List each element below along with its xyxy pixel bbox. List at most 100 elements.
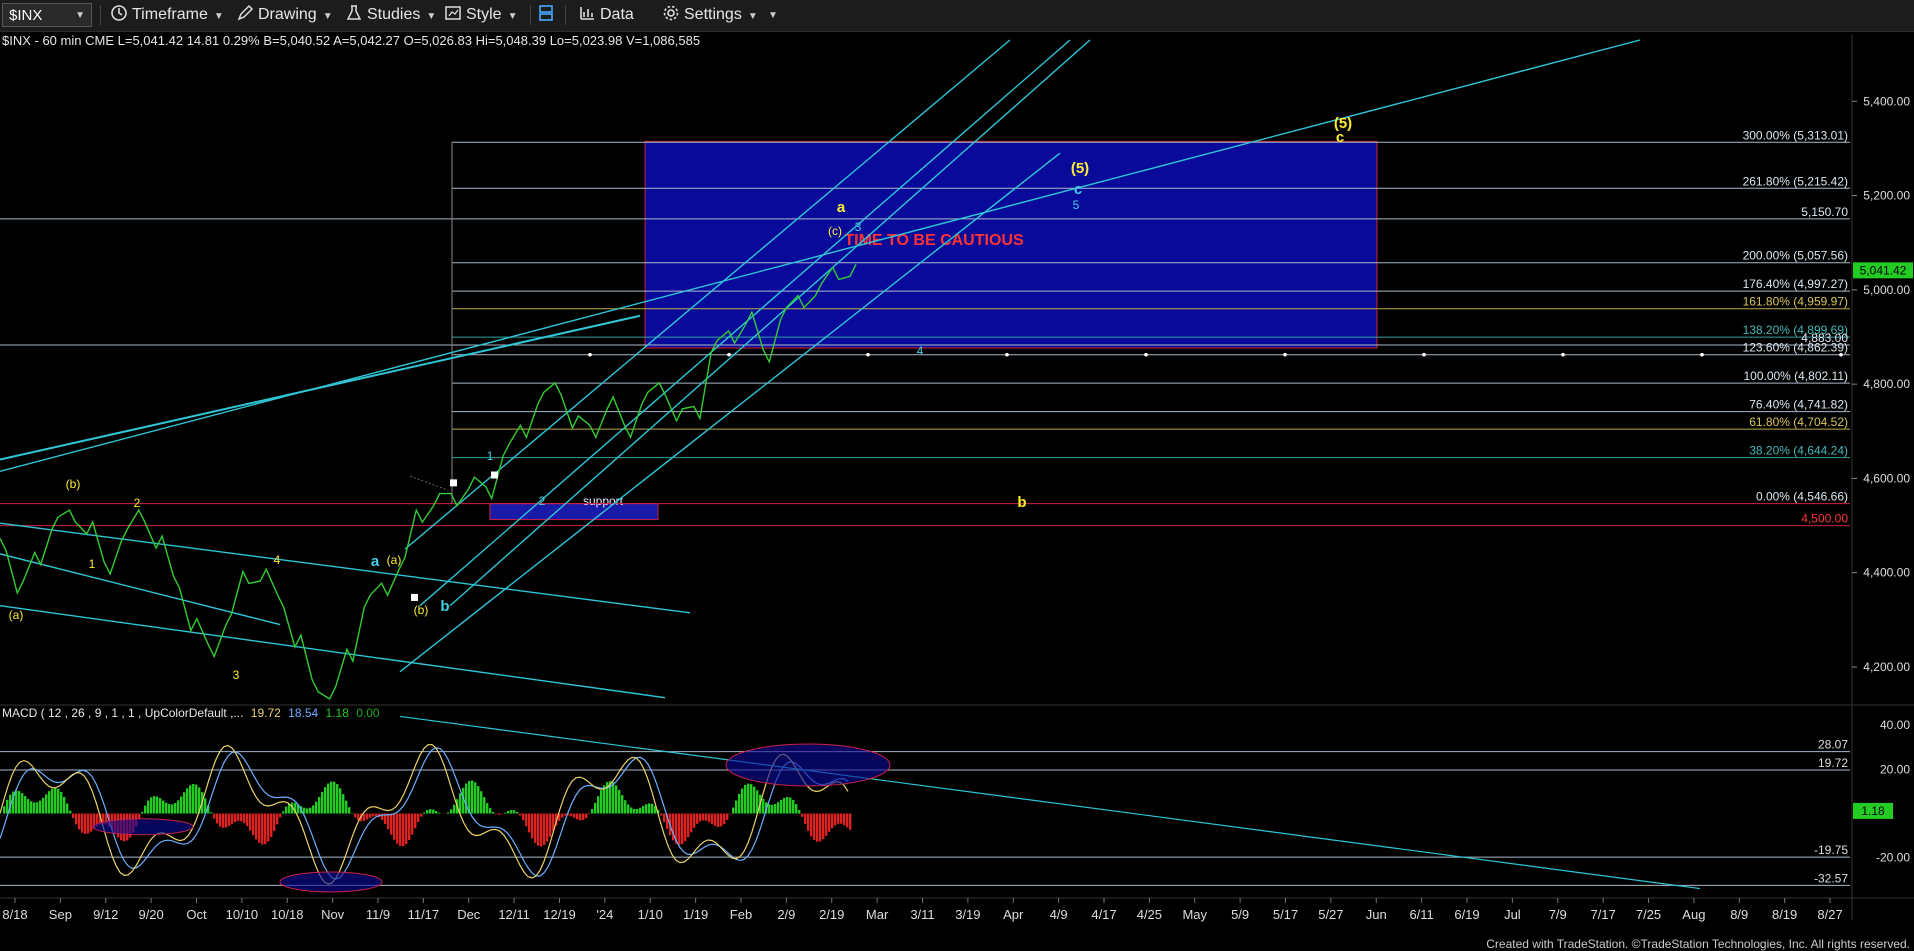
price-chart[interactable]: 4,200.00 4,400.00 4,600.00 4,800.00 5,000.00… xyxy=(0,0,1914,951)
macd-histogram-bar xyxy=(342,794,345,814)
macd-histogram-bar xyxy=(192,783,195,814)
time-tick-label: 12/11 xyxy=(498,907,530,922)
macd-histogram-bar xyxy=(753,786,756,814)
macd-histogram-bar xyxy=(30,801,33,814)
macd-histogram-bar xyxy=(42,797,45,814)
macd-histogram-bar xyxy=(705,813,708,821)
time-tick-label: 8/27 xyxy=(1817,907,1842,922)
macd-histogram-bar xyxy=(486,803,489,814)
macd-status-line: MACD ( 12 , 26 , 9 , 1 , 1 , UpColorDefa… xyxy=(2,706,380,720)
macd-histogram-bar xyxy=(510,810,513,814)
macd-highlight-ellipse xyxy=(279,871,383,893)
macd-histogram-bar xyxy=(828,813,831,832)
macd-histogram-bar xyxy=(372,813,375,817)
wave-label: (a) xyxy=(9,608,24,622)
macd-histogram-bar xyxy=(690,813,693,833)
macd-highlight-ellipse xyxy=(92,818,194,836)
macd-histogram-bar xyxy=(840,813,843,824)
macd-level-label: -19.75 xyxy=(1814,843,1848,857)
macd-histogram-bar xyxy=(633,808,636,814)
macd-histogram-bar xyxy=(480,791,483,814)
macd-histogram-bar xyxy=(336,784,339,814)
macd-histogram-bar xyxy=(54,787,57,814)
macd-histogram-bar xyxy=(27,799,30,814)
macd-histogram-bar xyxy=(339,788,342,814)
macd-histogram-bar xyxy=(483,797,486,814)
last-price-tag-label: 5,041.42 xyxy=(1860,263,1907,277)
macd-histogram-bar xyxy=(183,792,186,814)
channel-line xyxy=(0,522,691,614)
macd-tick-label: -20.00 xyxy=(1876,851,1910,865)
price-tick-label: 4,800.00 xyxy=(1863,377,1910,391)
macd-histogram-bar xyxy=(435,811,438,814)
fib-level-label: 261.80% (5,215.42) xyxy=(1743,174,1848,188)
macd-histogram-bar xyxy=(744,784,747,814)
wave-label: 1 xyxy=(487,449,494,463)
macd-histogram-bar xyxy=(417,813,420,823)
macd-histogram-bar xyxy=(687,813,690,838)
wave-label: 1 xyxy=(89,557,96,571)
macd-histogram-bar xyxy=(348,807,351,814)
macd-histogram-bar xyxy=(786,796,789,814)
wave-label: (5) xyxy=(1071,160,1089,177)
macd-tick-label: 40.00 xyxy=(1880,718,1910,732)
macd-histogram-bar xyxy=(423,812,426,814)
macd-histogram-bar xyxy=(780,799,783,814)
macd-histogram-bar xyxy=(51,788,54,814)
macd-histogram-bar xyxy=(630,807,633,814)
macd-histogram-bar xyxy=(366,813,369,820)
time-tick-label: 5/17 xyxy=(1273,907,1298,922)
macd-histogram-bar xyxy=(600,790,603,814)
price-tick-label: 5,400.00 xyxy=(1863,94,1910,108)
macd-histogram-bar xyxy=(525,813,528,827)
fib-marker-dot xyxy=(1700,352,1704,357)
macd-histogram-bar xyxy=(789,797,792,814)
fib-level-label: 5,150.70 xyxy=(1801,205,1848,219)
fib-level-label: 38.20% (4,644.24) xyxy=(1749,444,1848,458)
macd-histogram-bar xyxy=(369,813,372,818)
macd-histogram-bar xyxy=(702,813,705,821)
macd-histogram-bar xyxy=(195,784,198,814)
time-tick-label: Mar xyxy=(866,907,889,922)
macd-histogram-bar xyxy=(285,806,288,814)
macd-histogram-bar xyxy=(426,809,429,814)
fib-marker-dot xyxy=(588,352,592,357)
macd-histogram-bar xyxy=(141,811,144,814)
macd-histogram-bar xyxy=(714,813,717,827)
fib-level-label: 100.00% (4,802.11) xyxy=(1743,369,1848,383)
time-tick-label: 10/18 xyxy=(271,907,304,922)
wave-label: 2 xyxy=(134,496,141,510)
macd-histogram-bar xyxy=(681,813,684,845)
macd-histogram-bar xyxy=(186,788,189,814)
macd-histogram-bar xyxy=(750,784,753,814)
macd-histogram-bar xyxy=(837,813,840,824)
macd-histogram-bar xyxy=(534,813,537,843)
time-tick-label: 4/9 xyxy=(1050,907,1068,922)
macd-histogram-bar xyxy=(246,813,249,827)
macd-histogram-bar xyxy=(318,797,321,814)
caution-label: TIME TO BE CAUTIOUS xyxy=(844,232,1024,249)
macd-histogram-bar xyxy=(693,813,696,828)
macd-histogram-bar xyxy=(228,813,231,826)
wave-label: a xyxy=(837,199,846,216)
fib-marker-dot xyxy=(1561,352,1565,357)
macd-histogram-bar xyxy=(588,813,591,815)
macd-hist-value: 1.18 xyxy=(325,706,349,720)
macd-histogram-bar xyxy=(270,813,273,838)
macd-histogram-bar xyxy=(60,792,63,814)
macd-histogram-bar xyxy=(783,797,786,814)
macd-histogram-bar xyxy=(180,796,183,814)
macd-histogram-bar xyxy=(39,800,42,814)
macd-signal-value: 18.54 xyxy=(288,706,319,720)
fib-marker-dot xyxy=(866,352,870,357)
macd-histogram-bar xyxy=(237,813,240,821)
macd-histogram-bar xyxy=(213,813,216,819)
macd-value: 19.72 xyxy=(250,706,281,720)
macd-histogram-bar xyxy=(324,787,327,814)
macd-histogram-bar xyxy=(138,813,141,820)
macd-histogram-bar xyxy=(396,813,399,844)
macd-histogram-bar xyxy=(312,805,315,814)
macd-histogram-bar xyxy=(726,813,729,820)
macd-histogram-bar xyxy=(147,800,150,814)
macd-histogram-bar xyxy=(18,791,21,814)
